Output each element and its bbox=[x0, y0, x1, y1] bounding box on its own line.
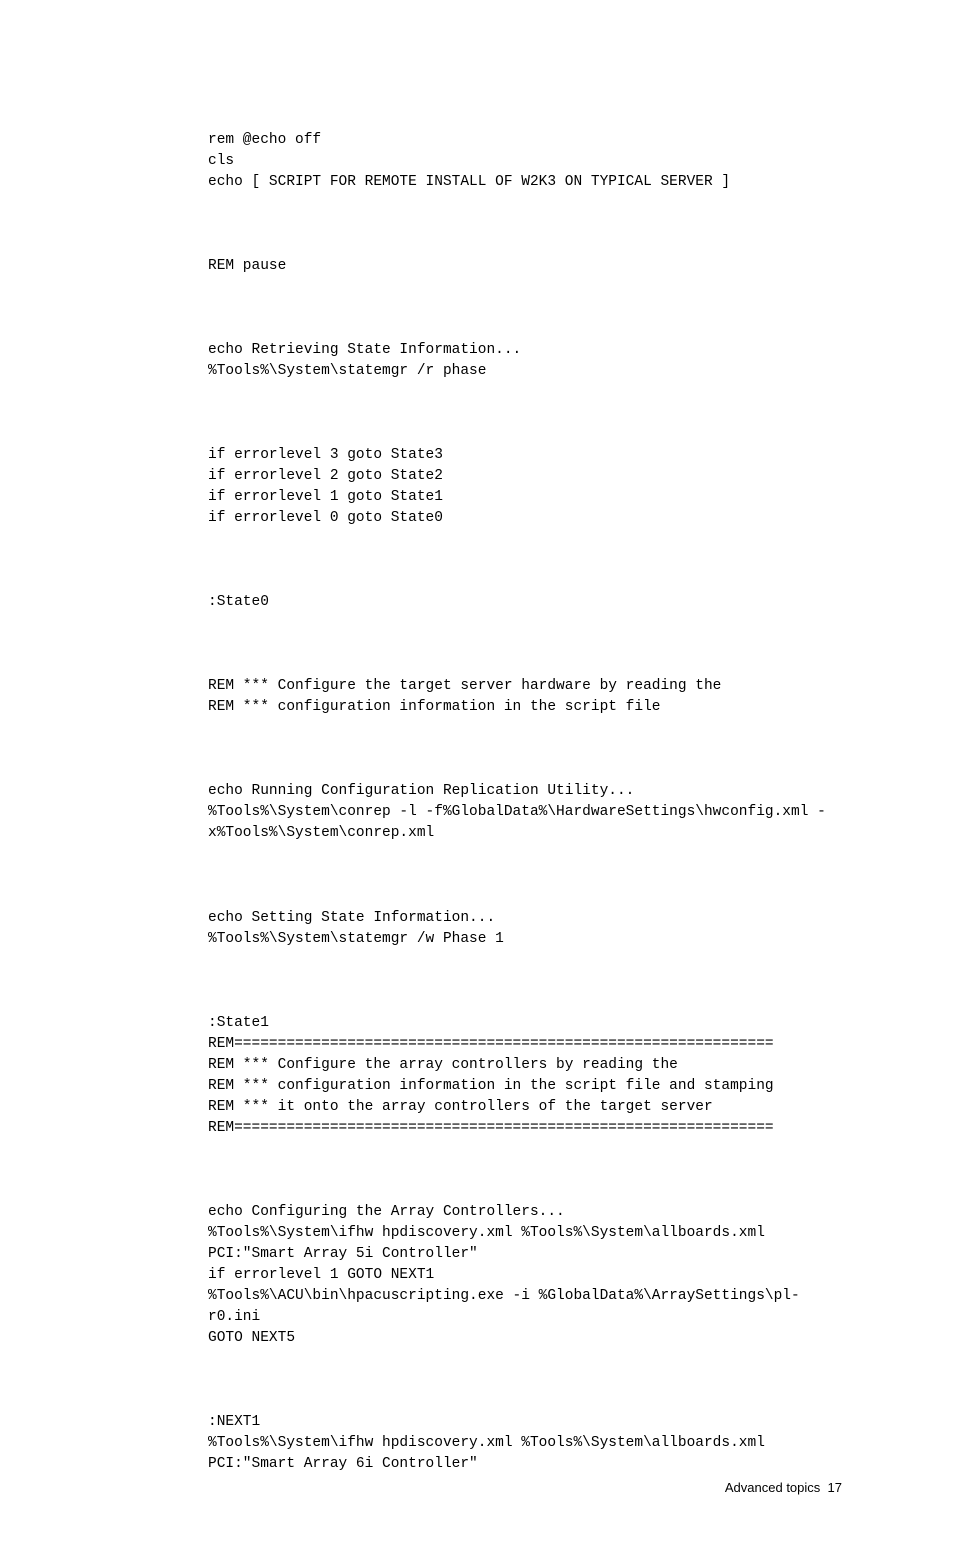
footer-section: Advanced topics bbox=[725, 1480, 820, 1495]
code-paragraph: REM pause bbox=[208, 256, 842, 277]
code-paragraph: :NEXT1 %Tools%\System\ifhw hpdiscovery.x… bbox=[208, 1412, 842, 1475]
script-code-block: rem @echo off cls echo [ SCRIPT FOR REMO… bbox=[208, 88, 842, 1496]
code-paragraph: :State0 bbox=[208, 592, 842, 613]
footer-page-number: 17 bbox=[828, 1480, 842, 1495]
code-paragraph: :State1 REM=============================… bbox=[208, 1013, 842, 1139]
code-paragraph: echo Configuring the Array Controllers..… bbox=[208, 1202, 842, 1349]
code-paragraph: echo Setting State Information... %Tools… bbox=[208, 908, 842, 950]
code-paragraph: if errorlevel 3 goto State3 if errorleve… bbox=[208, 445, 842, 529]
code-paragraph: echo Retrieving State Information... %To… bbox=[208, 340, 842, 382]
code-paragraph: echo Running Configuration Replication U… bbox=[208, 781, 842, 844]
page-footer: Advanced topics 17 bbox=[725, 1479, 842, 1498]
code-paragraph: REM *** Configure the target server hard… bbox=[208, 676, 842, 718]
code-paragraph: rem @echo off cls echo [ SCRIPT FOR REMO… bbox=[208, 130, 842, 193]
